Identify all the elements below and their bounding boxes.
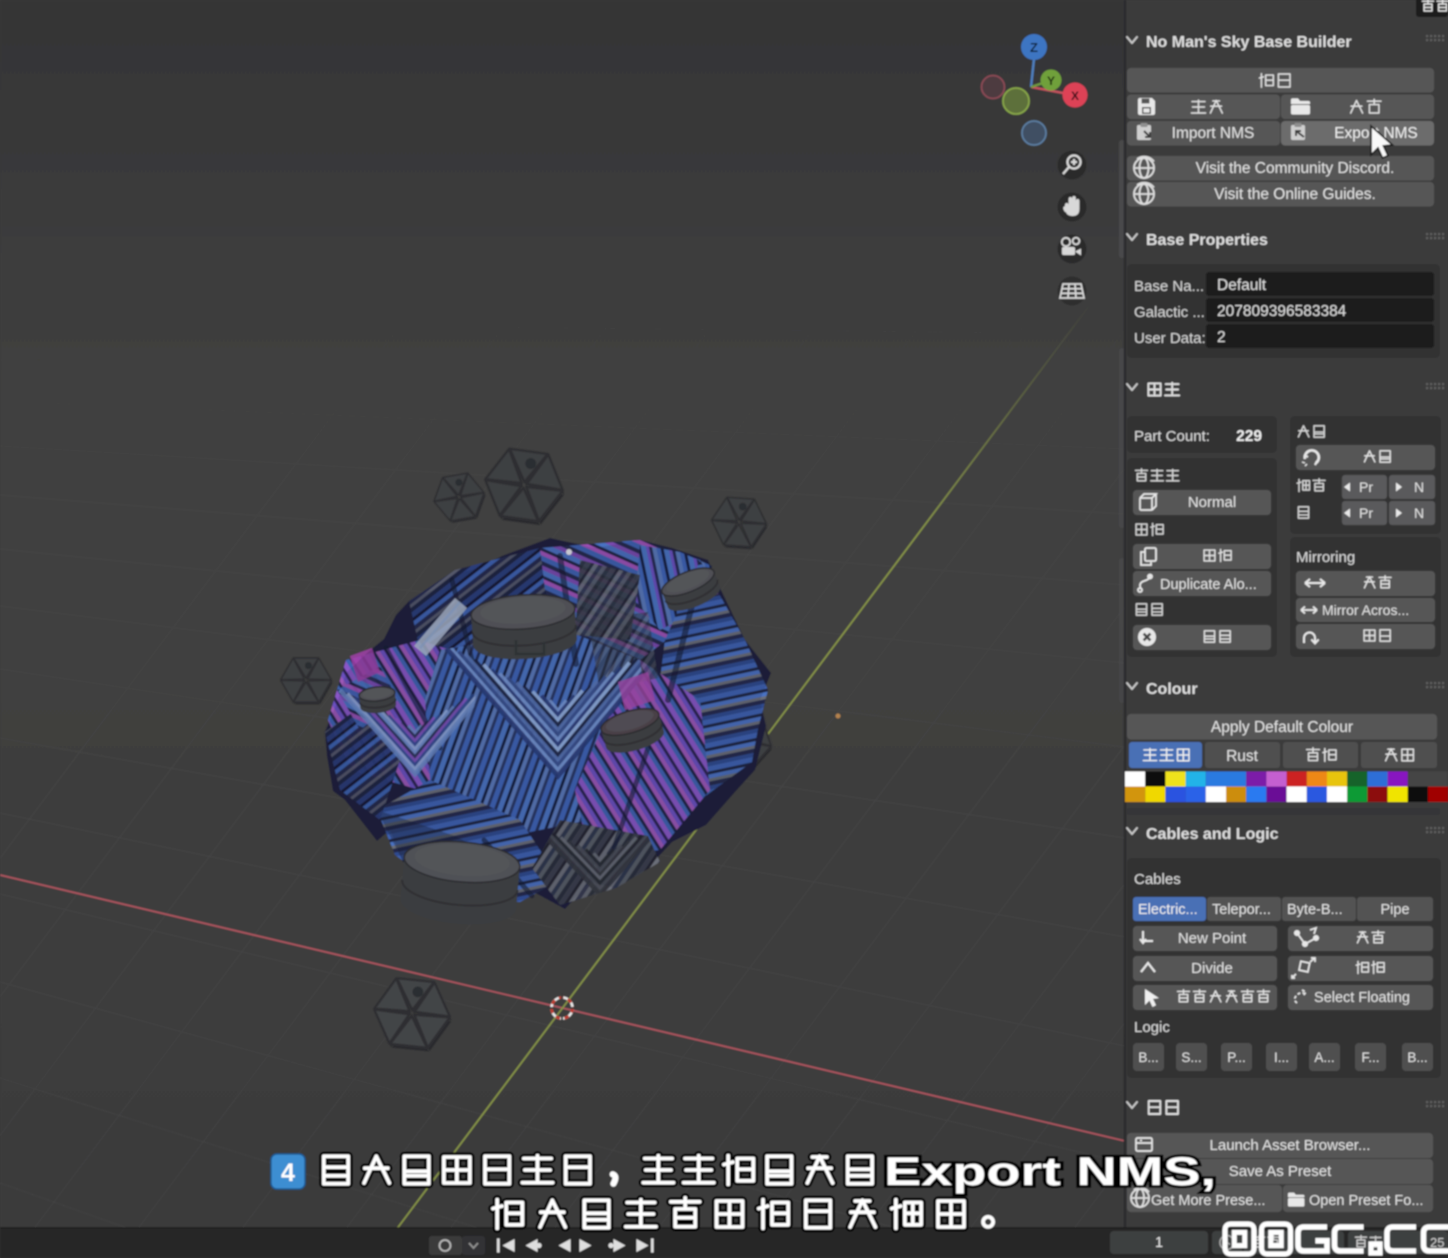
svg-text:Duplicate Alo...: Duplicate Alo... [1160, 577, 1257, 593]
svg-text:Open Preset Fo...: Open Preset Fo... [1309, 1193, 1423, 1209]
svg-text:Pipe: Pipe [1380, 902, 1409, 918]
svg-text:Telepor...: Telepor... [1212, 902, 1271, 918]
svg-text:Logic: Logic [1134, 1019, 1170, 1036]
svg-text:Mirror Acros...: Mirror Acros... [1322, 602, 1409, 618]
svg-text:25: 25 [1430, 1235, 1444, 1250]
svg-text:N: N [1414, 479, 1424, 495]
svg-text:Pr: Pr [1359, 479, 1373, 495]
svg-text:Save As Preset: Save As Preset [1229, 1163, 1332, 1180]
svg-text:Visit the Online Guides.: Visit the Online Guides. [1214, 186, 1376, 203]
svg-text:Get More Prese...: Get More Prese... [1151, 1193, 1265, 1209]
svg-text:Export NMS,: Export NMS, [884, 1150, 1216, 1194]
svg-text:Mirroring: Mirroring [1296, 549, 1355, 566]
svg-text:S...: S... [1181, 1050, 1201, 1065]
svg-text:Divide: Divide [1191, 960, 1233, 977]
svg-text:4: 4 [281, 1159, 295, 1187]
svg-text:Y: Y [1047, 74, 1055, 88]
svg-text:Cables and Logic: Cables and Logic [1146, 826, 1279, 843]
svg-text:Launch Asset Browser...: Launch Asset Browser... [1210, 1137, 1371, 1154]
svg-text:Rust: Rust [1226, 748, 1259, 765]
svg-text:Select Floating: Select Floating [1314, 990, 1410, 1006]
svg-text:Cables: Cables [1134, 871, 1181, 888]
svg-text:Electric...: Electric... [1138, 902, 1198, 918]
svg-text:Part Count:: Part Count: [1134, 428, 1210, 445]
svg-text:Byte-B...: Byte-B... [1287, 902, 1343, 918]
svg-text:Default: Default [1217, 277, 1267, 294]
svg-text:2: 2 [1217, 329, 1226, 346]
svg-text:New Point: New Point [1178, 930, 1247, 947]
svg-text:N: N [1414, 505, 1424, 521]
svg-text:User Data:: User Data: [1134, 330, 1206, 347]
svg-text:X: X [1071, 89, 1079, 103]
svg-text:Import NMS: Import NMS [1172, 125, 1255, 142]
svg-text:F...: F... [1361, 1050, 1379, 1065]
svg-text:Visit the Community Discord.: Visit the Community Discord. [1196, 160, 1395, 177]
svg-text:I...: I... [1274, 1050, 1289, 1065]
svg-text:Normal: Normal [1188, 494, 1236, 511]
svg-text:207809396583384: 207809396583384 [1217, 303, 1347, 320]
svg-text:229: 229 [1236, 428, 1262, 445]
svg-text:B...: B... [1138, 1050, 1158, 1065]
svg-text:A...: A... [1314, 1050, 1334, 1065]
svg-text:Apply Default Colour: Apply Default Colour [1211, 719, 1353, 736]
svg-text:Base Properties: Base Properties [1146, 232, 1268, 249]
svg-text:B...: B... [1407, 1050, 1427, 1065]
svg-text:Z: Z [1030, 40, 1038, 55]
svg-text:Base Na...: Base Na... [1134, 278, 1204, 295]
svg-text:Colour: Colour [1146, 681, 1198, 698]
svg-text:No Man's Sky Base Builder: No Man's Sky Base Builder [1146, 34, 1352, 51]
svg-text:P...: P... [1227, 1050, 1246, 1065]
svg-text:1: 1 [1155, 1235, 1163, 1251]
svg-text:Pr: Pr [1359, 505, 1373, 521]
svg-text:Galactic ...: Galactic ... [1134, 304, 1205, 321]
